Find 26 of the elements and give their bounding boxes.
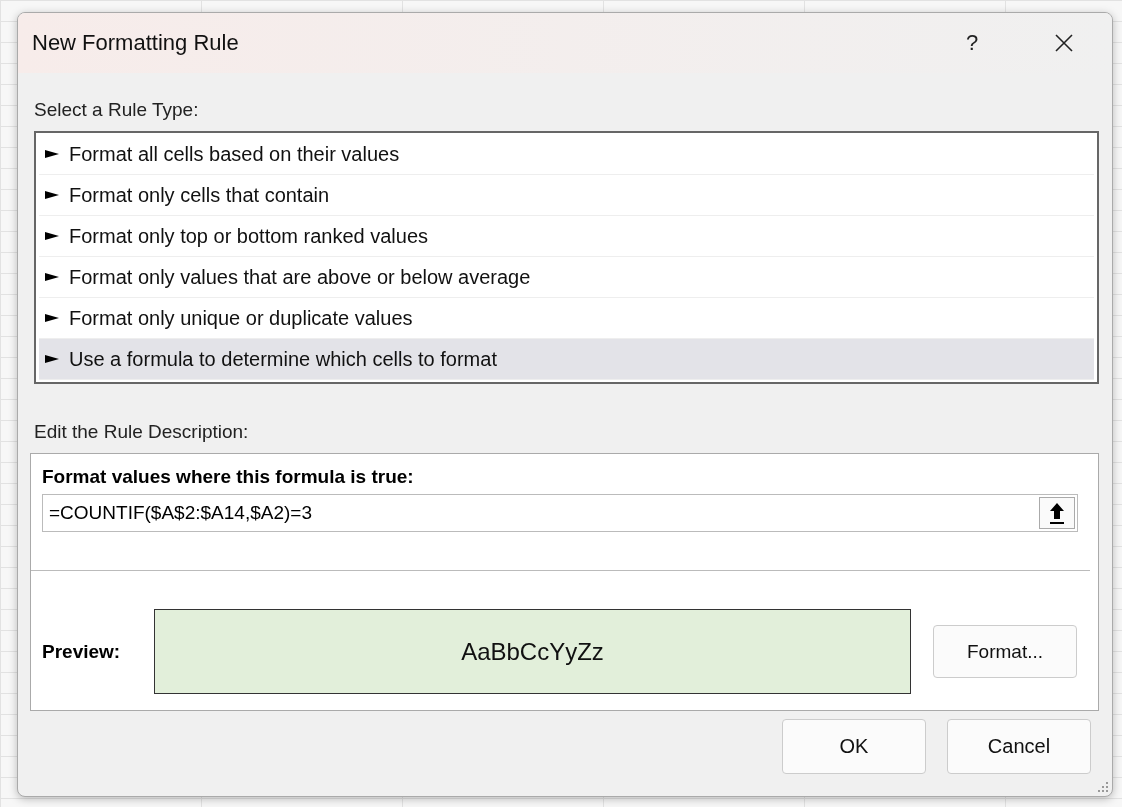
pointer-icon: [45, 189, 59, 201]
collapse-dialog-button[interactable]: [1039, 497, 1075, 529]
ok-button[interactable]: OK: [782, 719, 926, 774]
rule-type-item[interactable]: Use a formula to determine which cells to format: [39, 339, 1094, 380]
format-button[interactable]: Format...: [933, 625, 1077, 678]
formula-label: Format values where this formula is true:: [42, 466, 414, 488]
rule-type-item[interactable]: Format only top or bottom ranked values: [39, 216, 1094, 257]
preview-sample: AaBbCcYyZz: [154, 609, 911, 694]
up-arrow-icon: [1049, 502, 1065, 524]
formula-field[interactable]: =COUNTIF($A$2:$A14,$A2)=3: [42, 494, 1078, 532]
rule-type-item[interactable]: Format only values that are above or below average: [39, 257, 1094, 298]
rule-type-item[interactable]: Format only cells that contain: [39, 175, 1094, 216]
window-title: New Formatting Rule: [32, 30, 240, 56]
pointer-icon: [45, 312, 59, 324]
pointer-icon: [45, 271, 59, 283]
preview-label: Preview:: [42, 640, 122, 663]
help-button[interactable]: ?: [936, 13, 1008, 73]
rule-type-item[interactable]: Format all cells based on their values: [39, 134, 1094, 175]
pointer-icon: [45, 148, 59, 160]
pointer-icon: [45, 230, 59, 242]
section-label: Edit the Rule Description:: [34, 421, 249, 443]
close-icon: [1054, 33, 1074, 53]
pointer-icon: [45, 353, 59, 365]
resize-grip-icon[interactable]: [1097, 781, 1109, 793]
cancel-button[interactable]: Cancel: [947, 719, 1091, 774]
section-label: Select a Rule Type:: [34, 99, 199, 121]
